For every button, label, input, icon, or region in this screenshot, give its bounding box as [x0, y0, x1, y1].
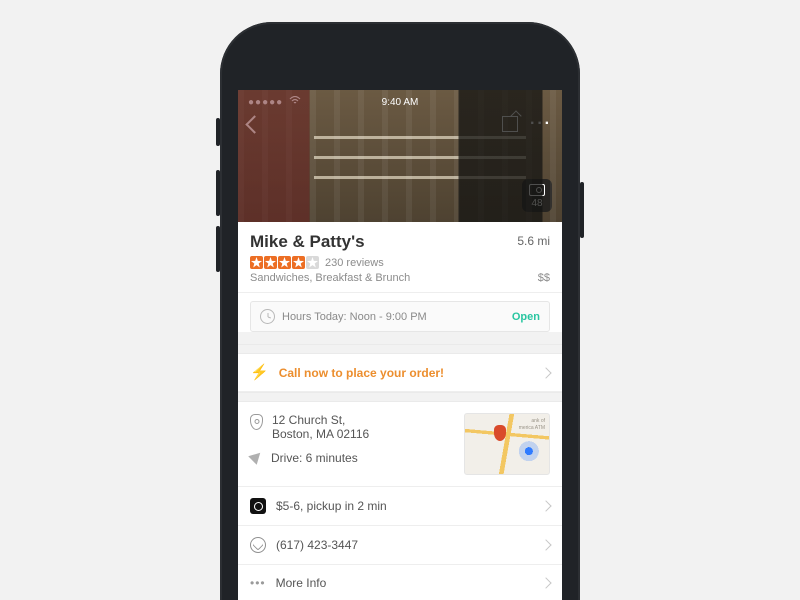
chevron-right-icon [540, 577, 551, 588]
photo-count-badge[interactable]: 48 [522, 179, 552, 212]
chevron-right-icon [540, 539, 551, 550]
open-status: Open [512, 311, 540, 323]
star-icon [278, 256, 291, 269]
uber-row[interactable]: $5-6, pickup in 2 min [238, 487, 562, 526]
distance: 5.6 mi [517, 234, 550, 248]
star-icon [250, 256, 263, 269]
wifi-icon [289, 96, 301, 108]
screen: ●●●●● 9:40 AM ··· [238, 90, 562, 600]
review-count[interactable]: 230 reviews [325, 257, 384, 269]
more-info-row[interactable]: ••• More Info [238, 565, 562, 600]
categories: Sandwiches, Breakfast & Brunch [250, 272, 410, 284]
phone-frame: ●●●●● 9:40 AM ··· [220, 22, 580, 600]
address-text: 12 Church St, Boston, MA 02116 [272, 413, 369, 441]
clock-icon [260, 309, 275, 324]
star-icon [306, 256, 319, 269]
status-time: 9:40 AM [248, 97, 552, 108]
photo-count: 48 [531, 198, 542, 209]
section-separator [238, 392, 562, 402]
star-icon [264, 256, 277, 269]
volume-up-button [216, 170, 220, 216]
volume-down-button [216, 226, 220, 272]
chevron-right-icon [540, 500, 551, 511]
star-icon [292, 256, 305, 269]
price-range: $$ [538, 272, 550, 284]
call-cta-row[interactable]: ⚡ Call now to place your order! [238, 354, 562, 392]
section-separator [238, 344, 562, 354]
chevron-right-icon [540, 367, 551, 378]
power-button [580, 182, 584, 238]
uber-icon [250, 498, 266, 514]
more-info-label: More Info [276, 576, 327, 590]
signal-dots-icon: ●●●●● [248, 97, 283, 108]
business-header: Mike & Patty's 5.6 mi 230 revie [238, 222, 562, 293]
hours-text: Hours Today: Noon - 9:00 PM [282, 311, 427, 323]
bolt-icon: ⚡ [250, 365, 269, 380]
pin-icon [250, 414, 263, 430]
map-thumbnail[interactable]: ank of merica ATM [464, 413, 550, 475]
address-row[interactable]: 12 Church St, Boston, MA 02116 Drive: 6 … [238, 402, 562, 487]
business-name: Mike & Patty's [250, 232, 365, 252]
phone-icon [250, 537, 266, 553]
drive-time: Drive: 6 minutes [271, 451, 358, 465]
ellipsis-icon: ••• [250, 576, 266, 590]
phone-row[interactable]: (617) 423-3447 [238, 526, 562, 565]
photos-icon [529, 184, 545, 196]
hero-photo[interactable]: ●●●●● 9:40 AM ··· [238, 90, 562, 222]
more-options-button[interactable]: ··· [530, 115, 552, 133]
share-button[interactable] [502, 116, 518, 132]
call-cta-label: Call now to place your order! [279, 366, 444, 380]
rating-stars [250, 256, 319, 269]
mute-switch [216, 118, 220, 146]
back-button[interactable] [245, 115, 263, 133]
hours-row[interactable]: Hours Today: Noon - 9:00 PM Open [250, 301, 550, 332]
phone-label: (617) 423-3447 [276, 538, 358, 552]
status-bar: ●●●●● 9:40 AM [248, 95, 552, 109]
uber-label: $5-6, pickup in 2 min [276, 499, 387, 513]
navigate-icon [248, 449, 265, 466]
